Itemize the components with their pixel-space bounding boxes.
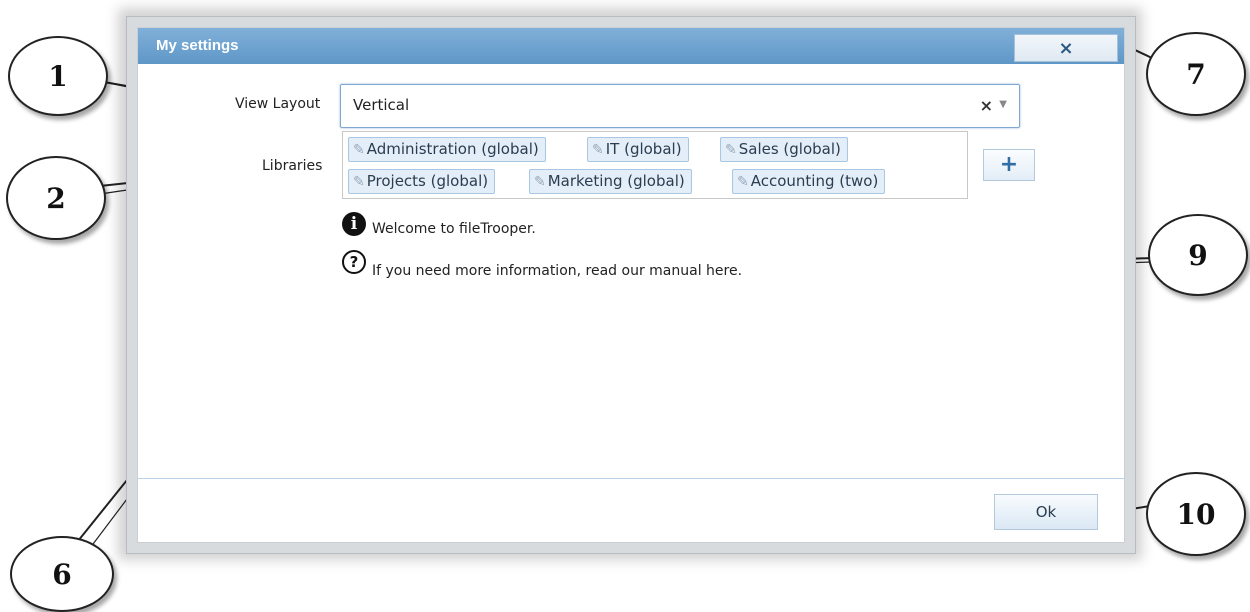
library-tag[interactable]: ✎ Accounting (two) xyxy=(732,169,886,194)
edit-icon[interactable]: ✎ xyxy=(353,174,365,190)
settings-dialog: My settings × View Layout Vertical × ▼ L… xyxy=(126,16,1136,554)
edit-icon[interactable]: ✎ xyxy=(737,174,749,190)
library-tag-label: IT (global) xyxy=(605,140,682,158)
plus-icon: + xyxy=(999,152,1019,177)
dialog-title: My settings xyxy=(156,37,239,54)
footer-divider xyxy=(138,478,1124,479)
library-tag-label: Projects (global) xyxy=(366,172,489,190)
edit-icon[interactable]: ✎ xyxy=(353,142,365,158)
callout-9: 9 xyxy=(1148,214,1248,296)
edit-icon[interactable]: ✎ xyxy=(592,142,604,158)
libraries-label: Libraries xyxy=(262,158,323,174)
callout-1: 1 xyxy=(8,36,108,116)
welcome-message: Welcome to fileTrooper. xyxy=(372,221,536,237)
view-layout-label: View Layout xyxy=(235,96,321,112)
library-tag[interactable]: ✎ IT (global) xyxy=(587,137,689,162)
callout-7: 7 xyxy=(1146,32,1246,116)
ok-button[interactable]: Ok xyxy=(994,494,1098,530)
ok-button-label: Ok xyxy=(1035,503,1057,521)
callout-6: 6 xyxy=(10,536,114,612)
library-tag[interactable]: ✎ Marketing (global) xyxy=(529,169,692,194)
add-library-button[interactable]: + xyxy=(983,149,1035,181)
dialog-titlebar[interactable]: My settings × xyxy=(138,28,1124,64)
library-tag-label: Sales (global) xyxy=(738,140,841,158)
callout-10: 10 xyxy=(1146,472,1246,556)
clear-selection-icon[interactable]: × xyxy=(980,96,993,115)
library-tag-label: Marketing (global) xyxy=(547,172,685,190)
callout-2: 2 xyxy=(6,156,106,240)
view-layout-value: Vertical xyxy=(353,96,410,114)
close-button[interactable]: × xyxy=(1014,34,1118,62)
view-layout-select[interactable]: Vertical × ▼ xyxy=(340,84,1020,128)
edit-icon[interactable]: ✎ xyxy=(534,174,546,190)
library-tag-label: Administration (global) xyxy=(366,140,539,158)
library-tag[interactable]: ✎ Projects (global) xyxy=(348,169,496,194)
library-tag[interactable]: ✎ Sales (global) xyxy=(720,137,848,162)
library-tag[interactable]: ✎ Administration (global) xyxy=(348,137,546,162)
info-icon: i xyxy=(342,212,366,236)
dialog-body: My settings × View Layout Vertical × ▼ L… xyxy=(137,27,1125,543)
close-icon: × xyxy=(1058,37,1074,59)
chevron-down-icon[interactable]: ▼ xyxy=(999,99,1007,110)
library-tag-label: Accounting (two) xyxy=(750,172,879,190)
edit-icon[interactable]: ✎ xyxy=(725,142,737,158)
help-message-link[interactable]: If you need more information, read our m… xyxy=(372,263,742,279)
libraries-tag-input[interactable]: ✎ Administration (global) ✎ IT (global) ✎ S… xyxy=(342,131,968,199)
help-icon: ? xyxy=(342,250,366,274)
